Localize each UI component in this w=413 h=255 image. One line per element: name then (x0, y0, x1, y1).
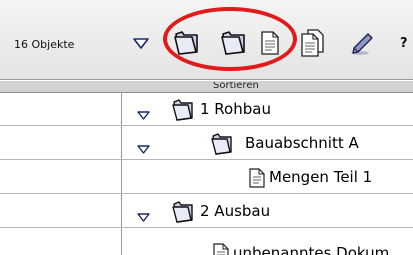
collapse-triangle-icon[interactable] (133, 37, 149, 49)
document-icon[interactable] (260, 30, 280, 56)
folder-icon[interactable] (172, 30, 200, 56)
folder-icon (171, 99, 195, 125)
list-item[interactable]: unbenanntes Dokum (0, 229, 413, 255)
column-header[interactable] (0, 81, 413, 93)
list-item-label: Mengen Teil 1 (269, 168, 373, 186)
list-item-label: 2 Ausbau (200, 202, 271, 220)
list-item-label: Bauabschnitt A (245, 134, 359, 152)
list-item[interactable]: 1 Rohbau (0, 93, 413, 126)
expand-triangle-icon[interactable] (137, 105, 150, 124)
list-item[interactable]: Mengen Teil 1 (0, 161, 413, 194)
expand-triangle-icon[interactable] (137, 207, 150, 226)
folder-icon (171, 201, 195, 227)
help-icon[interactable]: ? (400, 36, 408, 51)
folder-icon[interactable] (219, 30, 247, 56)
toolbar: 16 Objekte ? (0, 0, 413, 80)
object-count: 16 Objekte (14, 38, 75, 51)
list-item-label: 1 Rohbau (200, 100, 271, 118)
list-item-label: unbenanntes Dokum (233, 244, 390, 255)
list-item[interactable]: 2 Ausbau (0, 195, 413, 228)
list-item[interactable]: Bauabschnitt A (0, 127, 413, 160)
expand-triangle-icon[interactable] (137, 139, 150, 158)
pencil-icon[interactable] (349, 32, 375, 56)
folder-icon (210, 133, 234, 159)
document-icon (213, 243, 229, 255)
document-icon (249, 168, 265, 192)
documents-icon[interactable] (300, 28, 326, 58)
